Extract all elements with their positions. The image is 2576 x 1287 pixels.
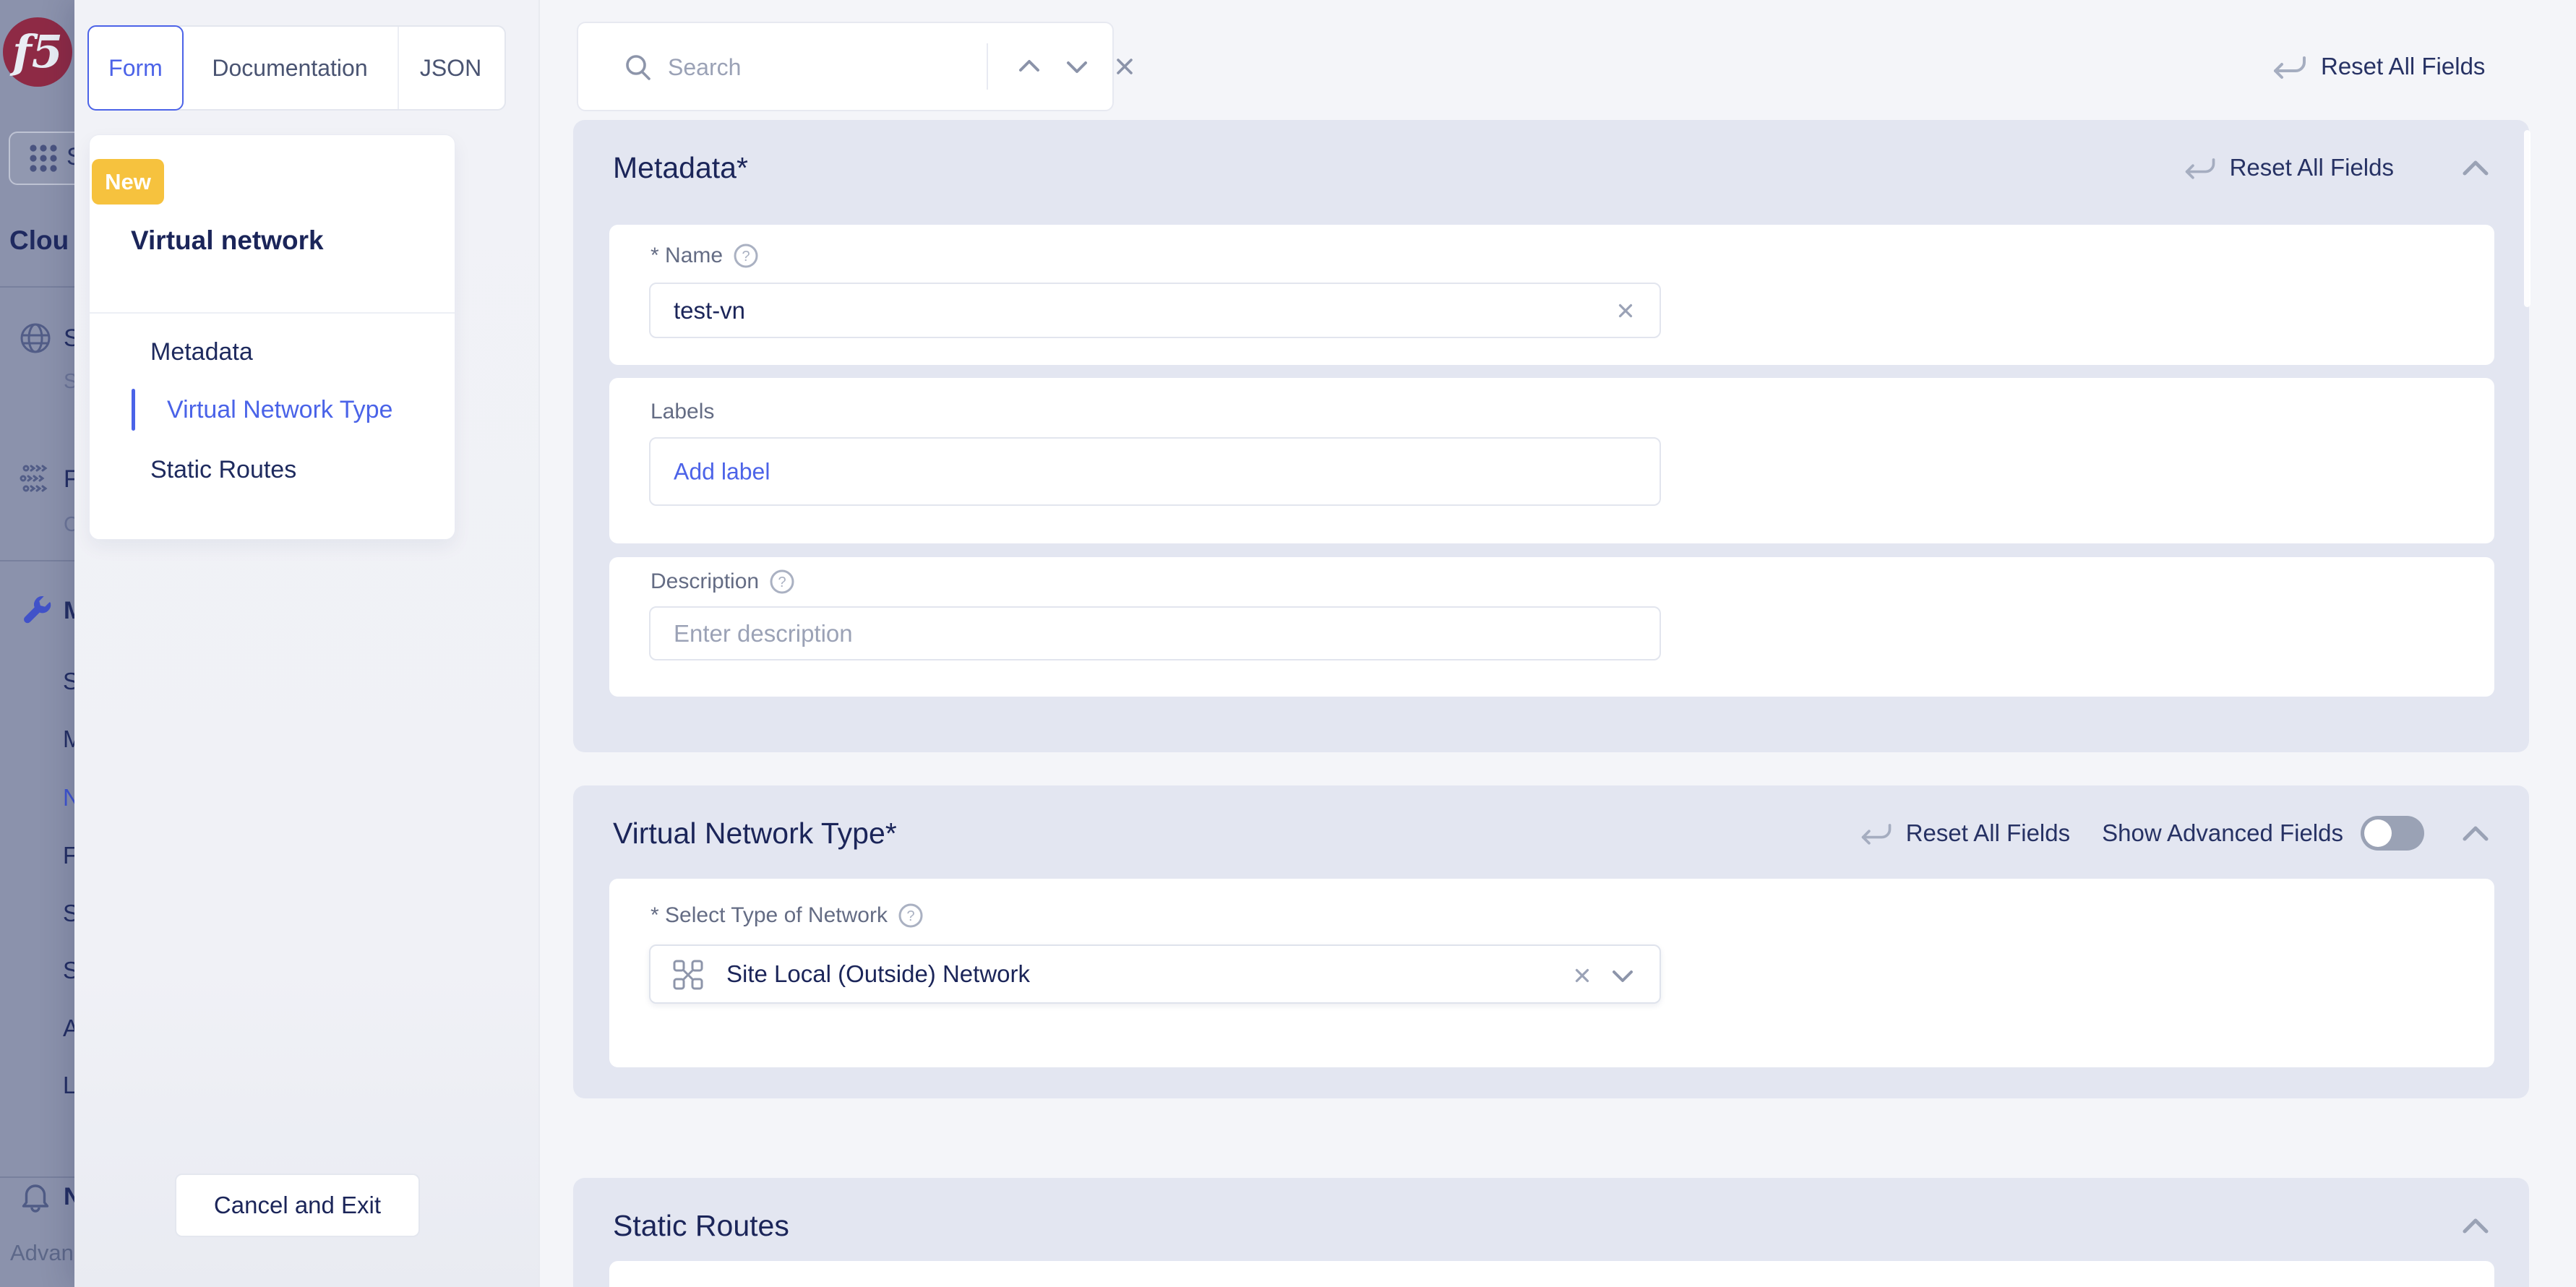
- search-next-icon[interactable]: [1064, 55, 1090, 78]
- new-badge: New: [92, 159, 164, 205]
- section-title-text: Metadata: [613, 151, 737, 184]
- form-content: Reset All Fields Metadata* Reset All Fie…: [538, 0, 2576, 1287]
- labels-label-row: Labels: [651, 400, 714, 424]
- tab-form[interactable]: Form: [87, 25, 184, 111]
- svg-text:?: ?: [778, 574, 786, 590]
- form-nav-metadata[interactable]: Metadata: [150, 335, 253, 369]
- section-static-routes-title: Static Routes: [613, 1207, 789, 1244]
- select-network-label-row: * Select Type of Network ?: [651, 903, 924, 929]
- section-metadata: Metadata* Reset All Fields: [573, 120, 2529, 752]
- active-nav-indicator: [132, 389, 135, 431]
- grid-icon: [29, 144, 58, 173]
- required-mark: *: [885, 817, 897, 850]
- name-field-card: * Name ?: [609, 225, 2494, 365]
- description-label: Description: [651, 569, 759, 594]
- description-input-wrapper: [649, 606, 1661, 660]
- form-nav-virtual-network-type[interactable]: Virtual Network Type: [167, 392, 392, 427]
- static-routes-card: [609, 1261, 2494, 1287]
- rail-advanced-label[interactable]: Advan: [10, 1237, 74, 1269]
- clear-name-icon[interactable]: [1615, 300, 1636, 322]
- divider: [987, 43, 988, 90]
- labels-box: Add label: [649, 437, 1661, 506]
- section-reset-button[interactable]: Reset All Fields: [2184, 153, 2394, 182]
- divider: [90, 312, 455, 314]
- network-type-value: Site Local (Outside) Network: [726, 946, 1030, 1002]
- description-field-card: Description ?: [609, 557, 2494, 697]
- collapse-chevron-icon[interactable]: [2460, 822, 2491, 844]
- help-icon[interactable]: ?: [898, 903, 924, 929]
- f5-logo: f5: [3, 17, 72, 87]
- wrench-icon: [20, 594, 53, 627]
- required-mark: *: [737, 151, 748, 184]
- screen: f5 S Clou S S: [0, 0, 2576, 1287]
- tab-documentation[interactable]: Documentation: [182, 27, 398, 109]
- section-reset-label: Reset All Fields: [2230, 154, 2394, 181]
- search-icon: [623, 52, 655, 84]
- labels-field-card: Labels Add label: [609, 378, 2494, 543]
- section-metadata-controls: Reset All Fields: [2184, 147, 2491, 188]
- scrollbar-thumb[interactable]: [2524, 130, 2530, 307]
- search-close-icon[interactable]: [1113, 55, 1136, 78]
- toggle-knob: [2364, 819, 2392, 847]
- show-advanced-fields-label: Show Advanced Fields: [2102, 819, 2343, 847]
- dropdown-chevron-icon[interactable]: [1610, 968, 1635, 985]
- add-label-button[interactable]: Add label: [674, 458, 770, 485]
- view-tabs: Form Documentation JSON: [87, 25, 506, 111]
- search-input[interactable]: [666, 30, 958, 104]
- rail-heading: Clou: [9, 225, 69, 256]
- select-network-label-text: Select Type of Network: [665, 903, 888, 927]
- section-vnt-title: Virtual Network Type*: [613, 814, 897, 852]
- reset-all-fields-button[interactable]: Reset All Fields: [2272, 43, 2485, 90]
- globe-icon: [20, 322, 51, 354]
- form-side-panel: Form Documentation JSON New Virtual netw…: [74, 0, 538, 1287]
- required-mark: *: [651, 903, 659, 927]
- select-network-label: * Select Type of Network: [651, 903, 888, 928]
- search-prev-icon[interactable]: [1016, 55, 1042, 78]
- name-input[interactable]: [672, 287, 1586, 334]
- section-reset-label: Reset All Fields: [1906, 819, 2070, 847]
- description-input[interactable]: [672, 611, 1586, 656]
- section-static-routes-controls: [2460, 1205, 2491, 1246]
- form-title: Virtual network: [131, 223, 324, 259]
- network-type-card: * Select Type of Network ?: [609, 879, 2494, 1067]
- collapse-chevron-icon[interactable]: [2460, 157, 2491, 178]
- section-vnt-controls: Reset All Fields Show Advanced Fields: [1860, 813, 2491, 853]
- collapse-chevron-icon[interactable]: [2460, 1215, 2491, 1236]
- form-nav-static-routes[interactable]: Static Routes: [150, 452, 296, 487]
- form-nav-card: New Virtual network Metadata Virtual Net…: [89, 134, 455, 540]
- virtual-network-icon: [672, 959, 704, 991]
- help-icon[interactable]: ?: [733, 243, 759, 269]
- reset-icon: [2184, 153, 2218, 182]
- cancel-and-exit-button[interactable]: Cancel and Exit: [175, 1174, 420, 1237]
- required-mark: *: [651, 244, 659, 267]
- name-label: * Name: [651, 244, 723, 268]
- section-title-text: Static Routes: [613, 1209, 789, 1242]
- help-icon[interactable]: ?: [769, 569, 795, 595]
- description-label-row: Description ?: [651, 569, 795, 595]
- section-virtual-network-type: Virtual Network Type* Reset All Fields S…: [573, 785, 2529, 1098]
- reset-all-fields-label: Reset All Fields: [2321, 53, 2485, 80]
- reset-icon: [2272, 51, 2309, 82]
- fabric-icon: [20, 462, 53, 496]
- form-search-bar: [577, 22, 1114, 111]
- tab-json[interactable]: JSON: [398, 27, 502, 109]
- name-label-text: Name: [665, 244, 723, 267]
- reset-icon: [1860, 819, 1894, 848]
- clear-selection-icon[interactable]: [1571, 965, 1593, 986]
- name-input-wrapper: [649, 283, 1661, 338]
- name-label-row: * Name ?: [651, 243, 759, 269]
- show-advanced-fields-toggle[interactable]: [2361, 816, 2424, 851]
- labels-label: Labels: [651, 400, 714, 424]
- network-type-select[interactable]: Site Local (Outside) Network: [649, 944, 1661, 1004]
- section-title-text: Virtual Network Type: [613, 817, 885, 850]
- svg-text:?: ?: [742, 249, 750, 264]
- svg-text:?: ?: [906, 908, 914, 924]
- section-metadata-title: Metadata*: [613, 149, 748, 186]
- section-reset-button[interactable]: Reset All Fields: [1860, 819, 2070, 848]
- section-static-routes: Static Routes: [573, 1178, 2529, 1287]
- bell-icon: [18, 1181, 53, 1215]
